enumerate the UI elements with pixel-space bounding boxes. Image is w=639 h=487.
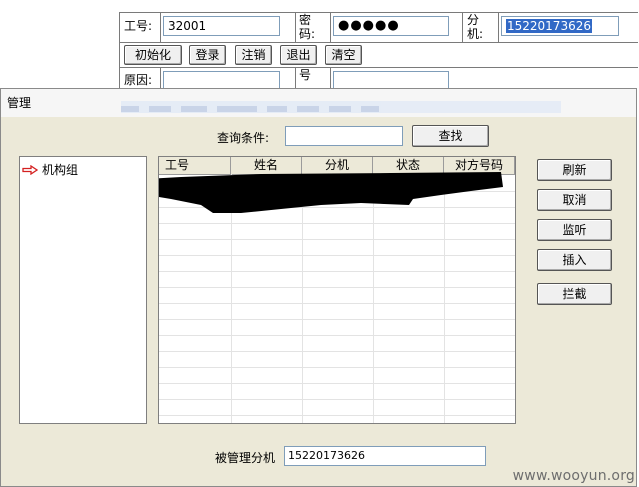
password-input[interactable]: ●●●●● [333, 16, 449, 36]
intercept-button[interactable]: 拦截 [537, 283, 612, 305]
dialog-titlebar[interactable]: 管理 [1, 89, 636, 117]
grid-line [159, 367, 515, 368]
dialog-title: 管理 [7, 96, 32, 110]
blurred-background-strip [121, 101, 561, 113]
arrow-right-icon [22, 164, 38, 175]
managed-extension-label: 被管理分机 [215, 451, 276, 465]
form-grid-line [119, 42, 638, 43]
form-grid-line [119, 12, 120, 92]
grid-line [159, 335, 515, 336]
grid-line [159, 255, 515, 256]
monitor-button[interactable]: 监听 [537, 219, 612, 241]
grid-line [159, 319, 515, 320]
grid-line [159, 415, 515, 416]
clear-button[interactable]: 清空 [325, 45, 362, 65]
query-input[interactable] [285, 126, 403, 146]
init-button[interactable]: 初始化 [124, 45, 182, 65]
grid-line [159, 287, 515, 288]
employee-id-label: 工号: [124, 19, 153, 33]
reason-label: 原因: [124, 73, 153, 87]
redaction-mark [159, 172, 503, 213]
refresh-button[interactable]: 刷新 [537, 159, 612, 181]
form-grid-line [498, 12, 499, 42]
login-button[interactable]: 登录 [189, 45, 226, 65]
employee-id-input[interactable]: 32001 [163, 16, 280, 36]
cancel-button[interactable]: 取消 [537, 189, 612, 211]
grid-line [159, 399, 515, 400]
form-grid-line [119, 67, 638, 68]
extension-input[interactable]: 15220173626 [501, 16, 619, 36]
form-grid-line [462, 12, 463, 42]
managed-extension-input[interactable]: 15220173626 [284, 446, 486, 466]
query-label: 查询条件: [217, 131, 270, 145]
grid-line [159, 303, 515, 304]
form-grid-line [330, 12, 331, 42]
find-button[interactable]: 查找 [412, 125, 489, 147]
logout-button[interactable]: 注销 [235, 45, 272, 65]
grid-line [159, 351, 515, 352]
form-grid-line [295, 12, 296, 42]
grid-line [159, 271, 515, 272]
form-grid-line [160, 12, 161, 42]
grid-line [159, 223, 515, 224]
watermark: www.wooyun.org [512, 468, 635, 484]
password-label: 密 [299, 13, 312, 27]
tree-item-org-group[interactable]: 机构组 [22, 161, 78, 178]
password-label: 码: [299, 27, 316, 41]
number-label: 号 [299, 68, 312, 82]
extension-label: 机: [467, 27, 484, 41]
form-grid-line [119, 12, 638, 13]
grid-line [159, 239, 515, 240]
extension-label: 分 [467, 13, 480, 27]
extension-table[interactable]: 工号 姓名 分机 状态 对方号码 [158, 156, 516, 424]
insert-button[interactable]: 插入 [537, 249, 612, 271]
exit-button[interactable]: 退出 [280, 45, 317, 65]
org-tree[interactable]: 机构组 [19, 156, 147, 424]
tree-item-label: 机构组 [42, 163, 79, 177]
grid-line [159, 383, 515, 384]
